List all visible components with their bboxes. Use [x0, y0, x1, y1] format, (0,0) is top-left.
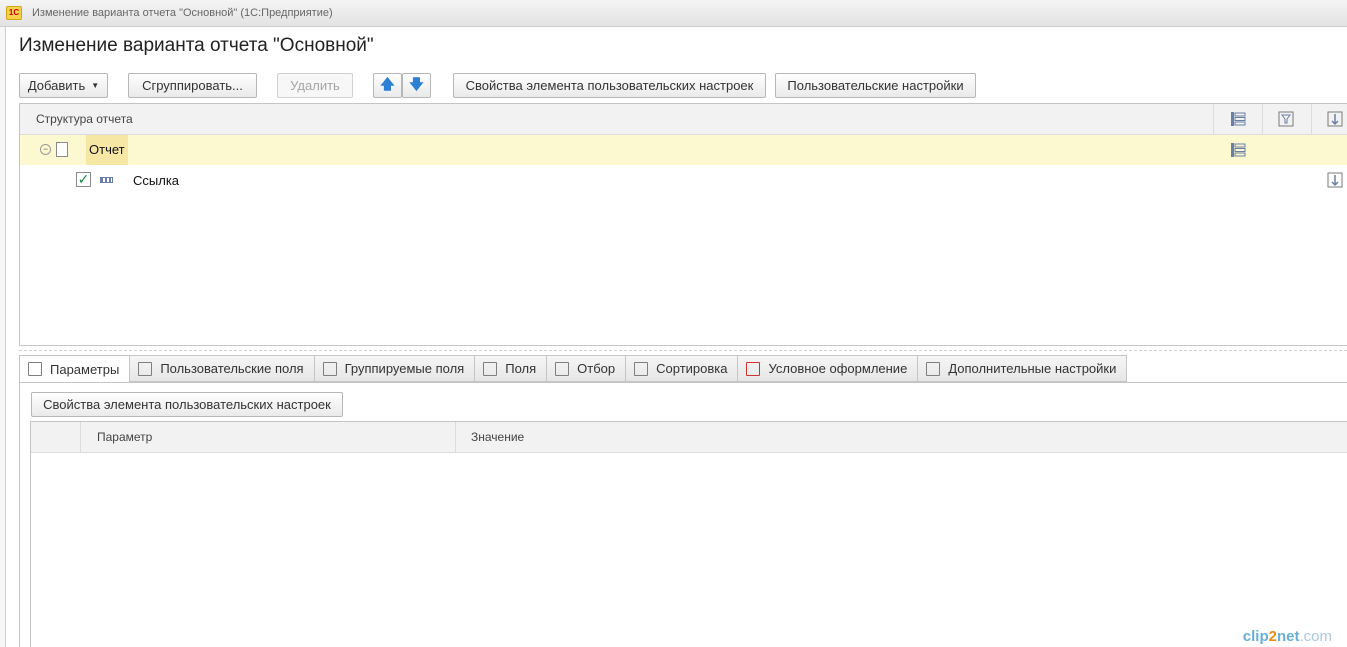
sort-column-icon[interactable]	[1327, 111, 1343, 127]
document-icon	[56, 142, 68, 157]
watermark-text: 2	[1268, 628, 1277, 645]
fields-icon	[483, 361, 498, 376]
element-properties-button[interactable]: Свойства элемента пользовательских настр…	[453, 73, 766, 98]
grouping-field-icon	[100, 177, 113, 183]
column-divider	[455, 422, 456, 453]
sort-icon	[634, 361, 649, 376]
tab-label: Пользовательские поля	[160, 361, 304, 376]
panel-splitter[interactable]	[19, 350, 1347, 351]
table-header: Параметр Значение	[31, 422, 1347, 453]
use-checkbox[interactable]: ✓	[76, 172, 91, 187]
window-title: Изменение варианта отчета "Основной" (1С…	[32, 7, 333, 19]
group-button[interactable]: Сгруппировать...	[128, 73, 257, 98]
tab-label: Параметры	[50, 361, 120, 377]
window-border	[0, 27, 6, 647]
tab-label: Отбор	[577, 361, 616, 376]
tree-row-report[interactable]: − Отчет	[20, 135, 1347, 165]
user-settings-button[interactable]: Пользовательские настройки	[775, 73, 976, 98]
conditional-format-icon	[746, 361, 761, 376]
tree-header: Структура отчета	[20, 104, 1347, 135]
arrow-down-icon: 🡇	[409, 75, 424, 92]
tab-label: Сортировка	[656, 361, 728, 376]
custom-fields-icon	[138, 361, 153, 376]
tab-filter[interactable]: Отбор	[547, 355, 627, 382]
params-icon	[28, 362, 42, 376]
tab-parameters[interactable]: Параметры	[19, 355, 131, 383]
filter-column-icon[interactable]	[1278, 111, 1294, 127]
fields-icon[interactable]	[1230, 142, 1246, 158]
tab-label: Группируемые поля	[344, 361, 465, 376]
tree-row-label: Ссылка	[133, 173, 180, 188]
column-divider	[80, 422, 81, 453]
tree-header-label: Структура отчета	[36, 112, 133, 126]
group-fields-icon	[322, 361, 337, 376]
param-element-properties-button[interactable]: Свойства элемента пользовательских настр…	[31, 392, 343, 417]
filter-icon	[555, 361, 570, 376]
move-down-button[interactable]: 🡇	[402, 73, 431, 98]
app-logo-icon: 1С	[6, 6, 22, 20]
tab-custom-fields[interactable]: Пользовательские поля	[130, 355, 315, 382]
parameters-table[interactable]: Параметр Значение	[30, 421, 1347, 647]
arrow-up-icon: 🡅	[380, 75, 395, 92]
chevron-down-icon: ▼	[91, 81, 100, 90]
report-structure-tree[interactable]: Структура отчета − Отчет ✓ Ссылка	[19, 103, 1347, 346]
tab-conditional-format[interactable]: Условное оформление	[738, 355, 919, 382]
page-title: Изменение варианта отчета "Основной"	[19, 35, 374, 56]
tab-sort[interactable]: Сортировка	[626, 355, 739, 382]
column-header-parameter[interactable]: Параметр	[97, 430, 152, 444]
watermark-text: clip	[1242, 628, 1269, 645]
add-button-label: Добавить	[27, 78, 86, 93]
collapse-icon[interactable]: −	[40, 144, 51, 155]
tab-label: Поля	[505, 361, 537, 376]
tab-additional-settings[interactable]: Дополнительные настройки	[918, 355, 1128, 382]
tab-fields[interactable]: Поля	[475, 355, 548, 382]
watermark-logo: clip2net.com	[1243, 628, 1332, 645]
settings-tabs: Параметры Пользовательские поля Группиру…	[19, 355, 1128, 383]
fields-column-icon[interactable]	[1230, 111, 1246, 127]
sort-icon[interactable]	[1327, 172, 1343, 188]
tree-row-label: Отчет	[86, 135, 128, 165]
delete-button[interactable]: Удалить	[277, 73, 353, 98]
add-button[interactable]: Добавить ▼	[19, 73, 108, 98]
additional-settings-icon	[926, 361, 941, 376]
tab-label: Дополнительные настройки	[948, 361, 1117, 376]
column-header-value[interactable]: Значение	[471, 430, 524, 444]
tab-label: Условное оформление	[768, 361, 908, 376]
tab-grouping-fields[interactable]: Группируемые поля	[314, 355, 476, 382]
watermark-text: .com	[1299, 628, 1332, 645]
window-titlebar: 1С Изменение варианта отчета "Основной" …	[0, 0, 1347, 27]
tree-row-link[interactable]: ✓ Ссылка	[20, 165, 1347, 195]
move-up-button[interactable]: 🡅	[373, 73, 402, 98]
watermark-text: net	[1276, 628, 1300, 645]
